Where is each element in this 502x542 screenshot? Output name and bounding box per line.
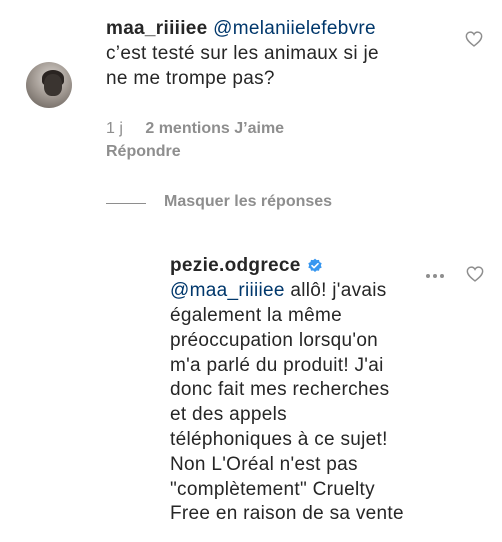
reply-text-line: "complètement" Cruelty xyxy=(170,478,375,500)
reply-text-line: téléphoniques à ce sujet! xyxy=(170,428,388,450)
comment-username[interactable]: maa_riiiiee xyxy=(106,18,208,39)
avatar-figure xyxy=(44,74,62,96)
reply-text-line: donc fait mes recherches xyxy=(170,379,390,401)
reply-mention[interactable]: @maa_riiiiee xyxy=(170,280,285,301)
comment-meta: 1 j 2 mentions J’aime xyxy=(106,120,284,138)
heart-outline-icon[interactable] xyxy=(465,31,483,47)
reply-text-start: allô! j'avais xyxy=(284,280,387,301)
comment-mention[interactable]: @melaniielefebvre xyxy=(213,18,376,39)
comment-time[interactable]: 1 j xyxy=(106,120,123,137)
verified-badge-icon xyxy=(307,258,323,274)
comment-text-line2: ne me trompe pas? xyxy=(106,68,275,89)
more-options-icon[interactable] xyxy=(426,274,444,278)
reply-text-line: préoccupation lorsqu'on xyxy=(170,329,379,351)
reply-text-line: m'a parlé du produit! J'ai xyxy=(170,354,384,376)
comment-text-line1: c’est testé sur les animaux si je xyxy=(106,43,379,64)
reply-text-line: également la même xyxy=(170,305,342,326)
dot xyxy=(440,274,444,278)
dot xyxy=(426,274,430,278)
reply-text-line: Free en raison de sa vente xyxy=(170,503,404,525)
replies-divider xyxy=(106,203,146,204)
hide-replies-button[interactable]: Masquer les réponses xyxy=(164,193,332,211)
reply-username[interactable]: pezie.odgrece xyxy=(170,254,301,279)
reply-text-line1: @maa_riiiiee allô! j'avais xyxy=(170,279,387,304)
reply-first-line: pezie.odgrece xyxy=(170,254,323,279)
dot xyxy=(433,274,437,278)
comment-likes[interactable]: 2 mentions J’aime xyxy=(145,120,284,137)
avatar[interactable] xyxy=(26,62,72,108)
reply-text-line: Non L'Oréal n'est pas xyxy=(170,453,358,475)
reply-text-line: et des appels xyxy=(170,404,287,426)
reply-heart-outline-icon[interactable] xyxy=(466,266,484,282)
reply-button[interactable]: Répondre xyxy=(106,143,181,161)
reply-text-body: également la même préoccupation lorsqu'o… xyxy=(170,304,404,527)
comment-first-line: maa_riiiiee @melaniielefebvre xyxy=(106,17,376,42)
